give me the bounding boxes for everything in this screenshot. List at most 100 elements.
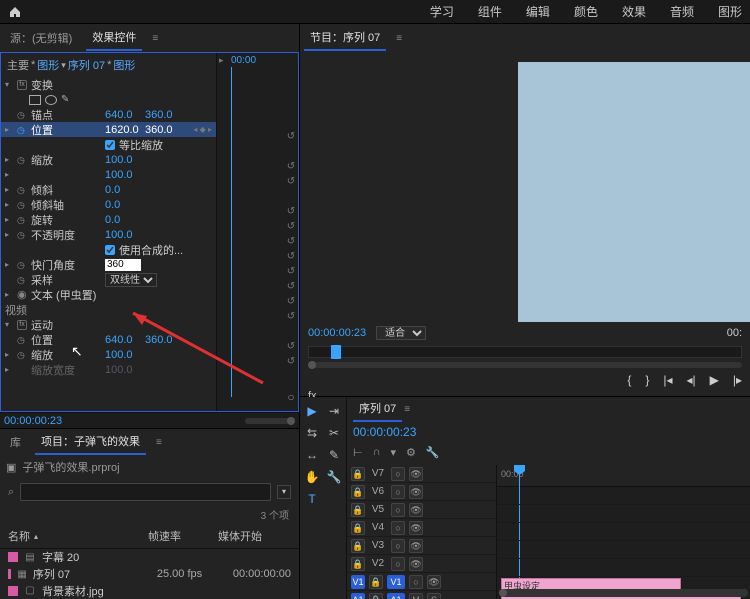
track-lock-icon[interactable]: 🔒: [351, 503, 365, 517]
stopwatch-icon[interactable]: ◷: [17, 185, 27, 195]
zoom-fit-select[interactable]: 适合: [376, 326, 426, 340]
playhead[interactable]: [331, 345, 341, 359]
home-icon[interactable]: [8, 5, 22, 19]
play-icon[interactable]: ▶: [710, 373, 719, 387]
reset-icon[interactable]: ↺: [286, 281, 296, 291]
zoom-slider[interactable]: [245, 418, 295, 424]
track-toggle-icon[interactable]: ○: [391, 539, 405, 553]
project-tab[interactable]: 项目：子弹飞的效果: [35, 429, 146, 455]
track-eye-icon[interactable]: 👁: [409, 539, 423, 553]
label-swatch[interactable]: [8, 586, 18, 596]
mini-playhead[interactable]: [231, 67, 232, 397]
use-comp-checkbox[interactable]: [105, 245, 115, 255]
reset-icon[interactable]: ↺: [286, 176, 296, 186]
stopwatch-icon[interactable]: ◷: [17, 155, 27, 165]
reset-icon[interactable]: ↺: [286, 236, 296, 246]
nav-learn[interactable]: 学习: [430, 3, 454, 20]
project-item[interactable]: ▦序列 0725.00 fps00:00:00:00: [0, 566, 299, 583]
panel-menu-icon[interactable]: ≡: [156, 437, 162, 448]
nav-effects[interactable]: 效果: [622, 3, 646, 20]
track-lock-icon[interactable]: 🔒: [369, 593, 383, 599]
wrench-tool-icon[interactable]: 🔧: [326, 469, 342, 485]
reset-icon[interactable]: ↺: [286, 341, 296, 351]
timeline-zoom-bar[interactable]: [499, 589, 748, 597]
step-fwd-icon[interactable]: |▸: [733, 373, 742, 387]
label-swatch[interactable]: [8, 552, 18, 562]
source-patch[interactable]: V1: [351, 575, 365, 589]
stopwatch-icon[interactable]: ◷: [17, 200, 27, 210]
track-lock-icon[interactable]: 🔒: [351, 539, 365, 553]
shutter-value-input[interactable]: [105, 259, 141, 271]
effect-mini-timeline[interactable]: ▸ 00:00 ↺ ↺ ↺ ↺ ↺ ↺ ↺ ↺ ↺ ↺ ↺ ↺ ↺ ○: [216, 53, 298, 411]
track-eye-icon[interactable]: 👁: [409, 557, 423, 571]
razor-tool-icon[interactable]: ✂: [326, 425, 342, 441]
reset-icon[interactable]: ↺: [286, 266, 296, 276]
stopwatch-icon[interactable]: ◷: [17, 230, 27, 240]
fx-transform[interactable]: 变换: [31, 77, 101, 93]
sequence-tc[interactable]: 00:00:00:23: [353, 425, 416, 439]
stopwatch-icon[interactable]: ◷: [17, 260, 27, 270]
track-toggle-icon[interactable]: ○: [391, 521, 405, 535]
nav-editing[interactable]: 编辑: [526, 3, 550, 20]
stopwatch-icon[interactable]: ◷: [17, 215, 27, 225]
col-start[interactable]: 媒体开始: [218, 528, 291, 544]
program-tc-out[interactable]: 00:: [727, 327, 742, 339]
reset-icon[interactable]: ↺: [286, 311, 296, 321]
track-lock-icon[interactable]: 🔒: [351, 485, 365, 499]
panel-menu-icon[interactable]: ≡: [396, 33, 402, 44]
reset-icon[interactable]: ↺: [286, 221, 296, 231]
sequence-tab[interactable]: 序列 07: [353, 397, 402, 422]
sampling-select[interactable]: 双线性: [105, 273, 157, 287]
track-eye-icon[interactable]: 👁: [409, 485, 423, 499]
project-item[interactable]: ▢背景素材.jpg: [0, 582, 299, 599]
col-name[interactable]: 名称: [8, 528, 30, 544]
stopwatch-icon[interactable]: ◷: [17, 275, 27, 285]
stopwatch-icon[interactable]: ◷: [17, 110, 27, 120]
panel-menu-icon[interactable]: ≡: [404, 404, 410, 415]
keyframe-nav[interactable]: ◂ ◆ ▸: [193, 125, 212, 134]
track-select-tool-icon[interactable]: ⇥: [326, 403, 342, 419]
track-toggle-icon[interactable]: ○: [409, 575, 423, 589]
stopwatch-icon[interactable]: ◷: [17, 335, 27, 345]
track-eye-icon[interactable]: 👁: [409, 467, 423, 481]
project-item[interactable]: ▤字幕 20: [0, 549, 299, 566]
search-input[interactable]: [20, 483, 271, 501]
program-scrubber[interactable]: [308, 346, 742, 358]
nav-assembly[interactable]: 组件: [478, 3, 502, 20]
track-lock-icon[interactable]: 🔒: [351, 557, 365, 571]
step-back-icon[interactable]: ◂|: [686, 373, 695, 387]
reset-icon[interactable]: ↺: [286, 206, 296, 216]
fx-text-group[interactable]: 文本 (甲虫置): [31, 287, 212, 303]
ripple-tool-icon[interactable]: ⇆: [304, 425, 320, 441]
scroll-handle[interactable]: ○: [286, 390, 296, 400]
selection-tool-icon[interactable]: ▶: [304, 403, 320, 419]
settings-icon[interactable]: ⚙: [406, 446, 416, 459]
nav-audio[interactable]: 音频: [670, 3, 694, 20]
dropdown-icon[interactable]: ▾: [277, 485, 291, 499]
reset-icon[interactable]: ↺: [286, 251, 296, 261]
program-canvas[interactable]: [518, 62, 750, 322]
nav-graphics[interactable]: 图形: [718, 3, 742, 20]
col-framerate[interactable]: 帧速率: [148, 528, 218, 544]
source-patch[interactable]: A1: [351, 593, 365, 599]
stopwatch-icon[interactable]: ◷: [17, 350, 27, 360]
nav-color[interactable]: 颜色: [574, 3, 598, 20]
program-tab[interactable]: 节目：序列 07: [304, 25, 386, 51]
linked-selection-icon[interactable]: ∩: [373, 446, 381, 459]
go-in-icon[interactable]: |◂: [663, 373, 672, 387]
timeline-ruler[interactable]: 00:00: [497, 465, 750, 487]
track-toggle-icon[interactable]: ○: [391, 485, 405, 499]
track-toggle-icon[interactable]: ○: [391, 557, 405, 571]
reset-icon[interactable]: ↺: [286, 161, 296, 171]
mark-out-icon[interactable]: }: [645, 373, 649, 387]
sort-icon[interactable]: ▴: [34, 532, 38, 541]
track-toggle-icon[interactable]: ○: [391, 503, 405, 517]
mask-pen-icon[interactable]: ✎: [61, 94, 69, 105]
track-eye-icon[interactable]: 👁: [409, 503, 423, 517]
current-timecode[interactable]: 00:00:00:23: [4, 415, 62, 427]
slip-tool-icon[interactable]: ↔: [304, 447, 320, 463]
track-eye-icon[interactable]: 👁: [409, 521, 423, 535]
pen-tool-icon[interactable]: ✎: [326, 447, 342, 463]
track-lock-icon[interactable]: 🔒: [369, 575, 383, 589]
hand-tool-icon[interactable]: ✋: [304, 469, 320, 485]
